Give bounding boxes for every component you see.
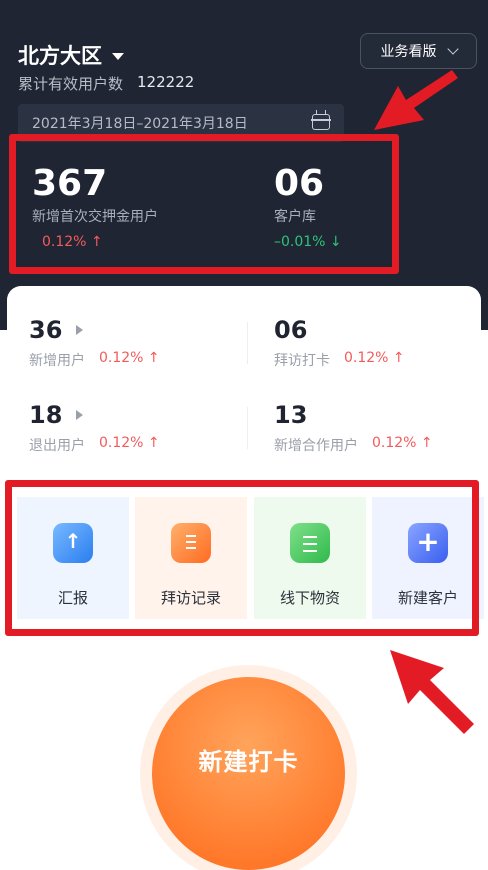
mini-stat-value: 18	[29, 401, 63, 429]
annotation-arrow-bottom	[390, 650, 474, 734]
play-arrow-icon	[76, 410, 84, 420]
caret-down-icon	[112, 52, 124, 60]
new-checkin-label: 新建打卡	[198, 748, 299, 776]
column-divider	[247, 407, 248, 449]
mini-stat-label: 新增合作用户	[274, 438, 358, 454]
mini-stat-change: 0.12% ↑	[99, 350, 160, 366]
mini-stat-label: 拜访打卡	[274, 353, 330, 369]
region-selector[interactable]: 北方大区	[18, 40, 124, 70]
chevron-down-icon	[446, 42, 459, 55]
mini-stat-new-partners[interactable]: 13 新增合作用户 0.12% ↑	[274, 401, 433, 455]
mini-stat-change: 0.12% ↑	[344, 350, 405, 366]
mini-stat-exited-users[interactable]: 18 退出用户 0.12% ↑	[29, 401, 160, 455]
mini-stat-label: 新增用户	[29, 353, 85, 369]
column-divider	[247, 322, 248, 364]
date-range-text: 2021年3月18日–2021年3月18日	[32, 116, 248, 132]
new-checkin-button[interactable]: 新建打卡	[152, 677, 345, 870]
mini-stat-value: 13	[274, 401, 308, 429]
mini-stat-new-users[interactable]: 36 新增用户 0.12% ↑	[29, 316, 160, 370]
play-arrow-icon	[76, 325, 84, 335]
cumulative-users: 累计有效用户数 122222	[18, 73, 194, 94]
calendar-icon[interactable]	[311, 110, 331, 130]
annotation-box-stats	[9, 134, 399, 274]
mini-stat-label: 退出用户	[29, 438, 85, 454]
cumulative-value: 122222	[137, 73, 195, 91]
cumulative-label: 累计有效用户数	[18, 75, 124, 93]
annotation-box-actions	[5, 480, 479, 636]
region-label: 北方大区	[18, 44, 102, 68]
business-board-label: 业务看版	[380, 44, 437, 60]
mini-stat-change: 0.12% ↑	[99, 435, 160, 451]
mini-stat-value: 36	[29, 316, 63, 344]
mini-stat-change: 0.12% ↑	[372, 435, 433, 451]
mini-stat-value: 06	[274, 316, 308, 344]
annotation-arrow-top	[374, 70, 458, 130]
mini-stat-visit-checkin[interactable]: 06 拜访打卡 0.12% ↑	[274, 316, 405, 370]
